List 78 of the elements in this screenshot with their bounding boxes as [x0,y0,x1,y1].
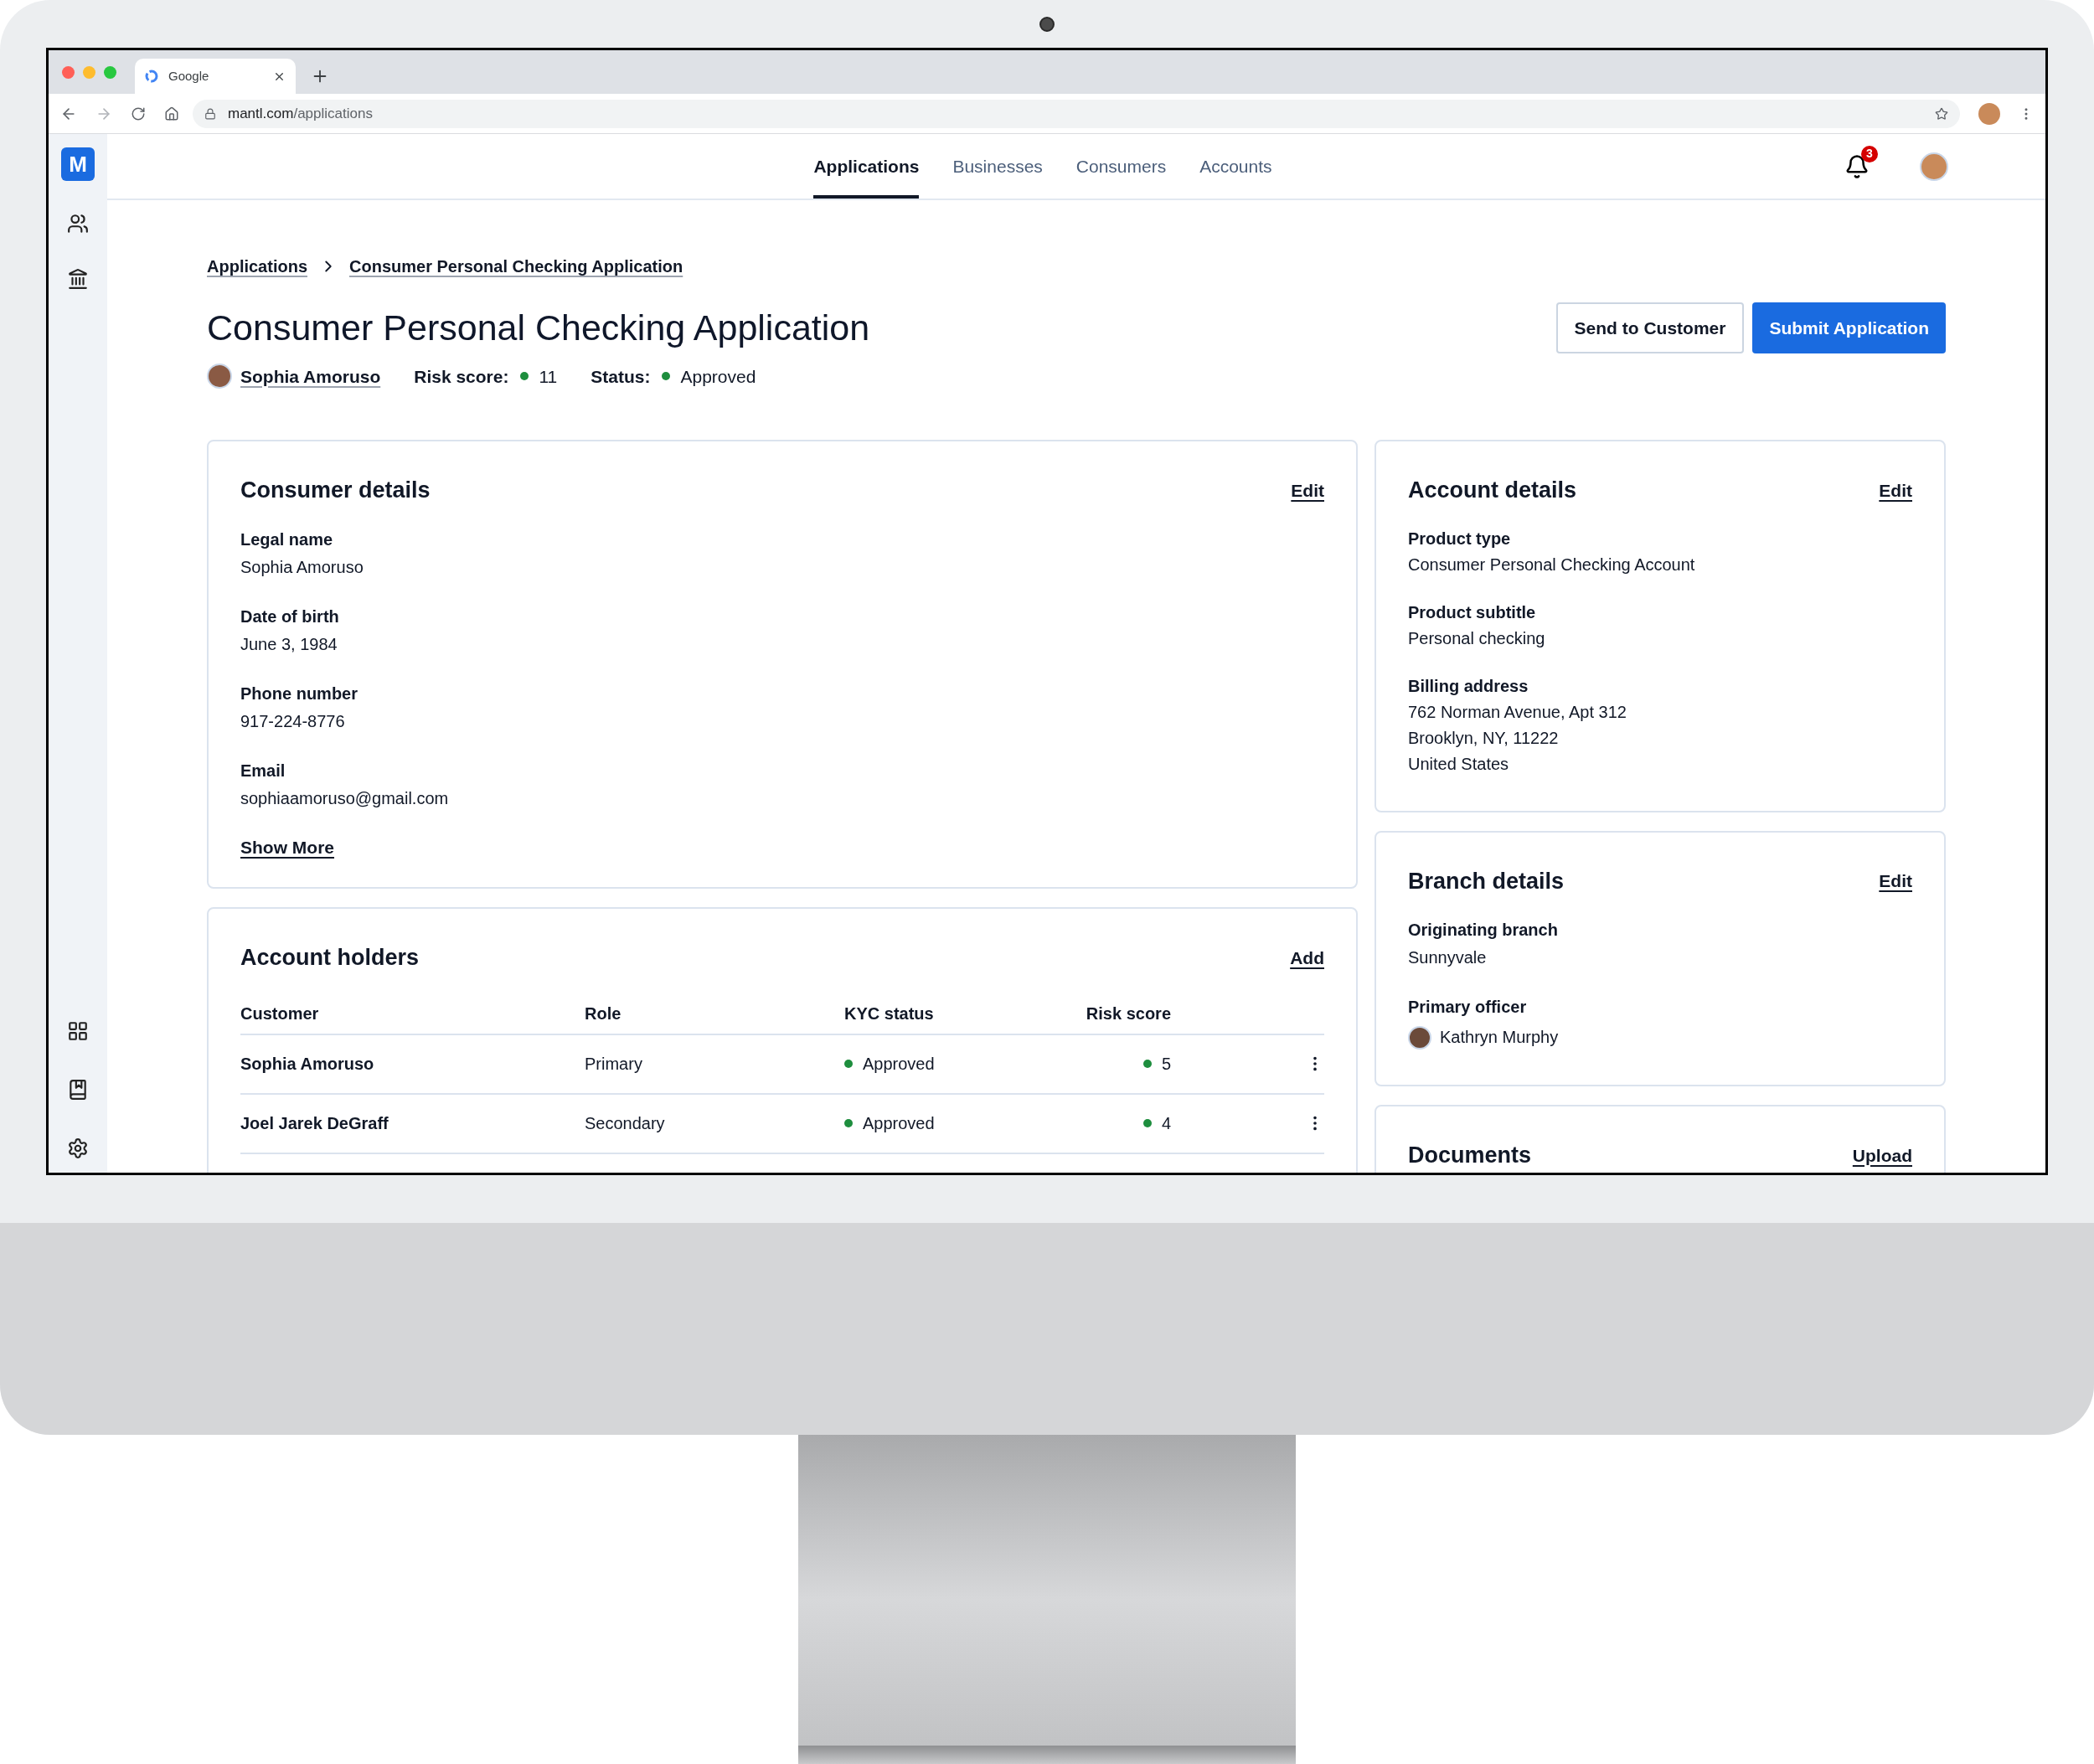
card-action-link[interactable]: Edit [1879,868,1912,895]
field-value: Kathryn Murphy [1440,1027,1559,1048]
nav-tab[interactable]: Consumers [1075,134,1167,199]
table-cell-text: Sophia Amoruso [240,1054,375,1075]
table-cell-text: Approved [863,1113,935,1134]
field-label: Primary officer [1408,997,1528,1018]
table-cell-text: 4 [1161,1113,1171,1134]
risk-value: 11 [539,365,558,388]
url-text: mantl.com/applications [228,104,374,123]
card-title: Account details [1408,477,1577,504]
notification-badge: 3 [1861,145,1878,162]
field-value: Consumer Personal Checking Account [1408,554,1696,575]
camera-icon [1039,16,1055,32]
app-logo[interactable]: M [61,147,95,181]
column-header: Role [585,1003,622,1024]
field-label: Originating branch [1408,920,1559,941]
field-value: United States [1408,753,1510,775]
settings-icon[interactable] [67,1137,89,1159]
breadcrumb-link[interactable]: Consumer Personal Checking Application [349,254,683,279]
field-value: Brooklyn, NY, 11222 [1408,727,1560,749]
people-icon[interactable] [67,213,89,235]
card-action-link[interactable]: Upload [1852,1142,1912,1168]
field-value: sophiaamoruso@gmail.com [240,787,450,809]
field-value: 762 Norman Avenue, Apt 312 [1408,701,1627,723]
bookmark-star-icon[interactable] [1935,106,1948,121]
customer-avatar [207,364,232,389]
reload-icon[interactable] [131,106,146,121]
submit-button[interactable]: Submit Application [1752,302,1946,353]
column-header: Risk score [1087,1003,1171,1024]
user-avatar[interactable] [1920,152,1948,181]
bank-icon[interactable] [67,268,89,290]
field-label: Product type [1408,528,1512,549]
nav-tab[interactable]: Applications [813,134,920,199]
table-cell-text: 5 [1161,1054,1171,1075]
send-button[interactable]: Send to Customer [1555,302,1745,353]
column-header: Customer [240,1003,320,1024]
google-logo-icon [145,70,158,83]
card-title: Consumer details [240,477,431,504]
field-label: Email [240,760,286,781]
lock-icon [204,107,216,120]
card-action-link[interactable]: Add [1290,944,1324,971]
status-value: Approved [680,365,756,388]
card-title: Documents [1408,1142,1532,1169]
risk-label: Risk score: [414,365,509,388]
breadcrumb-link[interactable]: Applications [207,254,307,279]
table-cell-text: Secondary [585,1113,666,1134]
card-action-link[interactable]: Edit [1879,477,1912,503]
nav-tab[interactable]: Businesses [952,134,1043,199]
field-value: Sophia Amoruso [240,556,364,578]
field-value: Personal checking [1408,627,1546,649]
tab-title: Google [168,67,210,85]
table-cell-text: Primary [585,1054,643,1075]
grid-icon[interactable] [67,1020,89,1042]
card-title: Account holders [240,944,420,972]
field-label: Legal name [240,529,334,550]
show-more-link[interactable]: Show More [240,837,334,857]
status-label: Status: [591,365,651,388]
field-label: Phone number [240,683,358,704]
profile-avatar[interactable] [1978,102,2000,125]
field-label: Billing address [1408,675,1529,697]
home-icon[interactable] [164,106,179,121]
address-field[interactable]: mantl.com/applications [193,99,1960,128]
officer-avatar [1408,1025,1431,1050]
browser-tab[interactable]: Google [135,59,296,94]
customer-link[interactable]: Sophia Amoruso [240,363,381,389]
card-action-link[interactable]: Edit [1291,477,1324,503]
field-value: 917-224-8776 [240,710,346,732]
field-value: June 3, 1984 [240,633,338,655]
table-cell-text: Approved [863,1054,935,1075]
nav-tab[interactable]: Accounts [1199,134,1272,199]
column-header: KYC status [844,1003,935,1024]
field-value: Sunnyvale [1408,947,1488,968]
field-label: Product subtitle [1408,601,1537,623]
page-title: Consumer Personal Checking Application [207,307,870,349]
field-label: Date of birth [240,606,340,627]
book-icon[interactable] [67,1079,89,1101]
card-title: Branch details [1408,867,1565,895]
table-cell-text: Joel Jarek DeGraff [240,1113,389,1134]
